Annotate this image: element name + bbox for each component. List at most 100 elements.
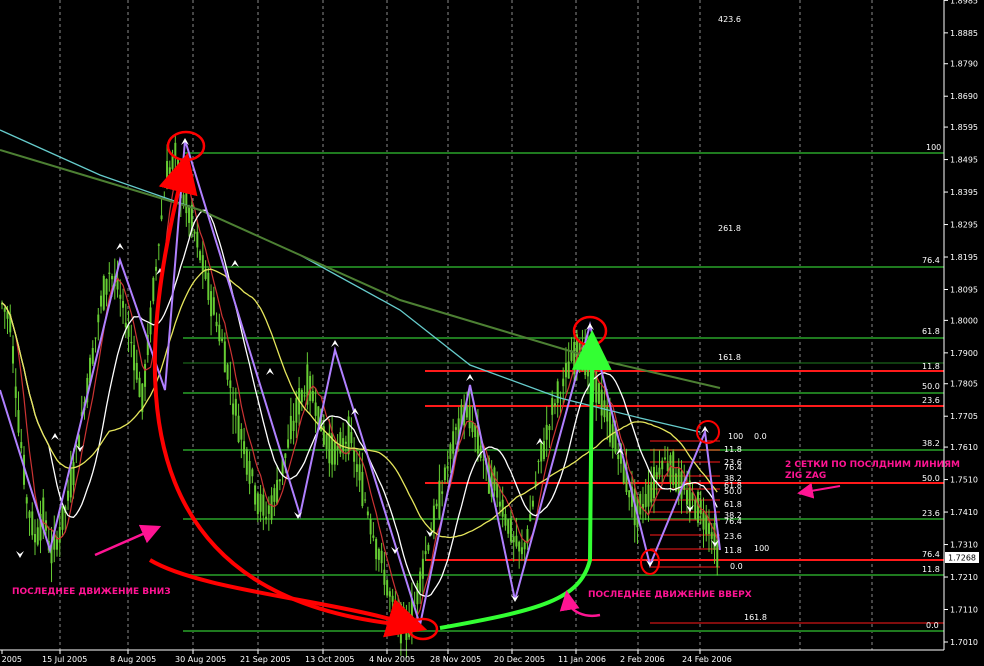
inner-fib-label-0: 100 — [728, 432, 743, 441]
candle-body-79-0 — [652, 466, 655, 499]
candle-body-51-2 — [427, 544, 430, 551]
annotation-down-move: ПОСЛЕДНЕЕ ДВИЖЕНИЕ ВНИЗ — [12, 587, 171, 597]
candle-body-68-2 — [567, 361, 570, 379]
candle-body-44-2 — [369, 518, 372, 535]
candle-body-25-2 — [212, 297, 215, 315]
candle-body-38-0 — [314, 402, 317, 416]
candle-body-46-0 — [380, 550, 383, 564]
candle-body-2-1 — [20, 442, 23, 449]
candle-body-21-1 — [177, 159, 180, 180]
price-label-20: 1.7010 — [950, 638, 978, 647]
candle-body-46-1 — [383, 569, 386, 585]
candle-body-82-0 — [677, 468, 680, 496]
candle-body-43-2 — [361, 471, 364, 507]
candle-body-13-1 — [111, 275, 114, 280]
fib-label-6: 11.8 — [922, 362, 940, 371]
candle-body-74-0 — [611, 424, 614, 448]
candle-body-64-0 — [529, 514, 532, 522]
candle-body-30-0 — [248, 460, 251, 484]
candle-body-80-0 — [661, 460, 664, 470]
price-label-8: 1.8195 — [950, 253, 978, 262]
candle-body-8-2 — [72, 462, 75, 486]
fib-label-9: 38.2 — [922, 439, 940, 448]
time-label-7: 28 Nov 2005 — [430, 655, 481, 664]
candle-body-32-0 — [265, 516, 268, 520]
candle-body-45-0 — [372, 535, 375, 538]
candle-body-85-1 — [705, 514, 708, 535]
candle-body-44-1 — [366, 511, 369, 516]
candle-body-35-1 — [292, 420, 295, 431]
candle-body-16-0 — [133, 344, 136, 371]
time-label-5: 13 Oct 2005 — [305, 655, 354, 664]
candle-body-66-0 — [545, 424, 548, 440]
candle-body-28-1 — [234, 398, 237, 416]
candle-body-65-1 — [540, 442, 543, 462]
candle-body-54-0 — [446, 466, 449, 469]
fib-label-15: 161.8 — [744, 613, 767, 622]
candle-body-4-1 — [36, 527, 39, 545]
candle-body-20-1 — [168, 167, 171, 174]
time-label-0: 5 2005 — [0, 655, 22, 664]
price-label-12: 1.7805 — [950, 380, 978, 389]
candle-body-35-2 — [295, 398, 298, 423]
candle-body-68-0 — [562, 378, 565, 387]
candle-body-44-0 — [364, 499, 367, 501]
candle-body-62-1 — [515, 535, 518, 547]
candle-body-3-2 — [31, 511, 34, 536]
inner-fib-label-2: 11.8 — [724, 445, 742, 454]
inner-fib-label-12: 11.8 — [724, 546, 742, 555]
candle-body-1-2 — [14, 386, 17, 398]
price-label-1: 1.8885 — [950, 29, 978, 38]
candle-body-33-2 — [278, 479, 281, 482]
candle-body-84-1 — [696, 491, 699, 523]
candle-body-11-1 — [94, 337, 97, 339]
candle-body-62-2 — [518, 541, 521, 552]
candle-body-43-1 — [358, 464, 361, 481]
candle-body-1-1 — [12, 346, 15, 364]
candle-body-61-0 — [504, 514, 507, 526]
candle-body-73-2 — [608, 412, 611, 443]
candle-body-29-0 — [240, 428, 243, 440]
price-label-7: 1.8295 — [950, 221, 978, 230]
time-label-8: 20 Dec 2005 — [494, 655, 545, 664]
candle-body-34-1 — [284, 453, 287, 458]
candle-body-27-1 — [226, 364, 229, 380]
candle-body-33-0 — [273, 488, 276, 502]
price-label-18: 1.7210 — [950, 573, 978, 582]
candle-body-27-0 — [223, 341, 226, 373]
candle-body-67-0 — [553, 403, 556, 406]
candle-body-63-1 — [523, 542, 526, 550]
candle-body-53-2 — [443, 467, 446, 481]
candle-body-47-2 — [394, 608, 397, 610]
candle-body-15-0 — [124, 322, 127, 328]
candle-body-40-1 — [333, 442, 336, 465]
candle-body-3-1 — [28, 511, 31, 518]
candle-body-32-2 — [270, 495, 273, 520]
time-label-9: 11 Jan 2006 — [558, 655, 606, 664]
candle-body-63-0 — [520, 547, 523, 555]
candle-body-72-1 — [597, 383, 600, 404]
candle-body-34-2 — [287, 439, 290, 448]
candle-body-37-2 — [311, 390, 314, 402]
candle-body-47-1 — [391, 595, 394, 602]
candle-body-71-0 — [586, 343, 589, 377]
candle-body-79-2 — [658, 467, 661, 475]
time-label-2: 8 Aug 2005 — [110, 655, 156, 664]
candle-body-4-0 — [34, 534, 37, 543]
annotation-grids-line2: ZIG ZAG — [785, 471, 826, 481]
fib-label-3: 76.4 — [922, 256, 940, 265]
candle-body-7-0 — [58, 526, 61, 543]
inner-fib-label-8: 61.8 — [724, 500, 742, 509]
candle-body-28-0 — [232, 403, 235, 415]
candle-body-58-1 — [482, 459, 485, 461]
candle-body-54-1 — [449, 444, 452, 459]
candle-body-8-1 — [69, 468, 72, 498]
candle-body-33-1 — [276, 479, 279, 504]
candle-body-18-2 — [155, 266, 158, 271]
candle-body-11-2 — [97, 314, 100, 323]
candle-body-78-0 — [644, 494, 647, 508]
candle-body-31-2 — [262, 494, 265, 516]
price-label-17: 1.7310 — [950, 541, 978, 550]
fib-label-14: 0.0 — [926, 621, 939, 630]
price-label-5: 1.8495 — [950, 156, 978, 165]
